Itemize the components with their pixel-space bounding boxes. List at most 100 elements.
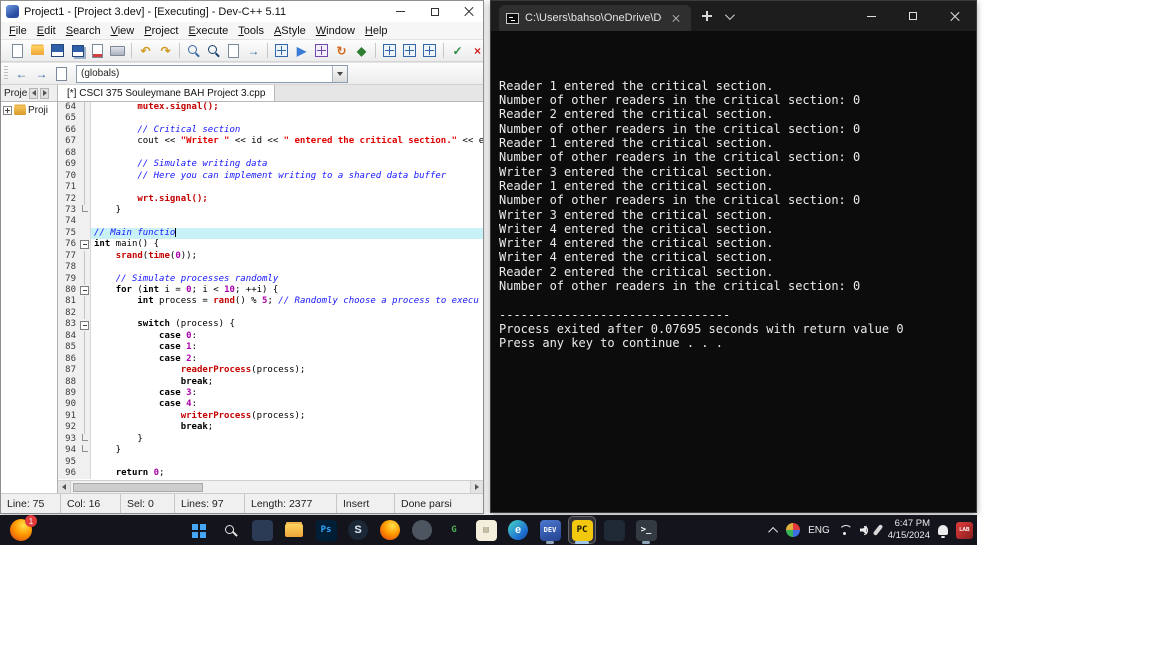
code-line[interactable]: 91 writerProcess(process); [58, 410, 483, 423]
menu-item[interactable]: View [106, 24, 140, 38]
compile-icon[interactable] [272, 42, 291, 60]
find-icon[interactable] [184, 42, 203, 60]
steam-icon[interactable]: S [345, 517, 371, 543]
app-icon-3[interactable] [601, 517, 627, 543]
menu-item[interactable]: Tools [233, 24, 269, 38]
menu-item[interactable]: Window [311, 24, 360, 38]
print-icon[interactable] [108, 42, 127, 60]
line-number[interactable]: 83 [58, 319, 79, 331]
line-number[interactable]: 70 [58, 170, 79, 183]
app-icon-1[interactable] [249, 517, 275, 543]
line-number[interactable]: 94 [58, 445, 79, 457]
corner-app-icon[interactable]: LAB [956, 521, 973, 539]
code-line[interactable]: 85 case 1: [58, 342, 483, 354]
line-number[interactable]: 85 [58, 342, 79, 354]
fold-collapse-icon[interactable] [79, 319, 91, 331]
wifi-icon[interactable] [838, 525, 852, 536]
code-line[interactable]: 71 [58, 182, 483, 194]
menu-item[interactable]: AStyle [269, 24, 311, 38]
save-all-icon[interactable] [68, 42, 87, 60]
code-line[interactable]: 94 } [58, 445, 483, 457]
syntax-check-icon[interactable]: ✓ [448, 42, 467, 60]
abort-compile-icon[interactable]: × [468, 42, 487, 60]
line-number[interactable]: 73 [58, 204, 79, 217]
code-line[interactable]: 74 [58, 216, 483, 228]
terminal-icon[interactable]: >_ [633, 517, 659, 544]
code-line[interactable]: 68 [58, 147, 483, 160]
line-number[interactable]: 91 [58, 410, 79, 423]
code-line[interactable]: 89 case 3: [58, 387, 483, 400]
code-line[interactable]: 92 break; [58, 422, 483, 434]
fold-collapse-icon[interactable] [79, 285, 91, 297]
line-number[interactable]: 77 [58, 250, 79, 263]
menu-item[interactable]: Search [61, 24, 106, 38]
code-line[interactable]: 88 break; [58, 376, 483, 388]
project-tree-node[interactable]: Proji [3, 105, 57, 116]
tab-scroll-left-icon[interactable] [29, 87, 39, 99]
expand-icon[interactable] [3, 106, 12, 115]
code-line[interactable]: 67 cout << "Writer " << id << " entered … [58, 136, 483, 148]
compile-run-icon[interactable] [312, 42, 331, 60]
g-app-icon[interactable]: G [441, 517, 467, 543]
notebook-icon[interactable]: ▤ [473, 517, 499, 543]
scroll-left-icon[interactable] [58, 481, 71, 493]
tray-chevron-up-icon[interactable] [768, 526, 779, 537]
horizontal-scrollbar[interactable] [58, 480, 483, 493]
save-icon[interactable] [48, 42, 67, 60]
code-line[interactable]: 72 wrt.signal(); [58, 193, 483, 205]
line-number[interactable]: 64 [58, 102, 79, 114]
line-number[interactable]: 67 [58, 136, 79, 148]
code-line[interactable]: 77 srand(time(0)); [58, 250, 483, 263]
fold-collapse-icon[interactable] [79, 239, 91, 251]
class-browser-combo[interactable]: (globals) [76, 64, 348, 83]
line-number[interactable]: 80 [58, 285, 79, 297]
run-icon[interactable]: ▶ [292, 42, 311, 60]
goto-bookmark-icon[interactable] [420, 42, 439, 60]
scroll-right-icon[interactable] [470, 481, 483, 493]
line-number[interactable]: 90 [58, 399, 79, 411]
code-editor[interactable]: 64 mutex.signal(); 65 66 // Critical secti… [58, 102, 483, 493]
nav-forward-icon[interactable]: → [32, 65, 51, 83]
code-line[interactable]: 75 // Main functio [58, 227, 483, 240]
code-line[interactable]: 93 } [58, 433, 483, 446]
edge-icon[interactable]: e [505, 517, 531, 543]
tray-app-icon[interactable] [786, 523, 801, 537]
minimize-button[interactable] [850, 1, 892, 31]
code-line[interactable]: 86 case 2: [58, 353, 483, 366]
code-line[interactable]: 73 } [58, 204, 483, 217]
line-number[interactable]: 71 [58, 182, 79, 194]
code-line[interactable]: 80 for (int i = 0; i < 10; ++i) { [58, 285, 483, 297]
pen-icon[interactable] [872, 524, 884, 536]
code-line[interactable]: 82 [58, 307, 483, 320]
redo-icon[interactable]: ↷ [156, 42, 175, 60]
line-number[interactable]: 88 [58, 376, 79, 388]
console-titlebar[interactable]: C:\Users\bahso\OneDrive\Do [491, 1, 976, 31]
code-line[interactable]: 69 // Simulate writing data [58, 159, 483, 171]
toggle-bookmark-icon[interactable] [400, 42, 419, 60]
debug-icon[interactable]: ◆ [352, 42, 371, 60]
line-number[interactable]: 78 [58, 262, 79, 274]
tab-scroll-right-icon[interactable] [40, 87, 50, 99]
code-line[interactable]: 78 [58, 262, 483, 274]
menu-item[interactable]: Project [139, 24, 183, 38]
insert-icon[interactable] [380, 42, 399, 60]
menu-item[interactable]: File [4, 24, 32, 38]
line-number[interactable]: 86 [58, 353, 79, 366]
line-number[interactable]: 89 [58, 387, 79, 400]
line-number[interactable]: 69 [58, 159, 79, 171]
volume-icon[interactable] [859, 525, 868, 535]
toolbar-grip[interactable] [4, 66, 8, 81]
code-line[interactable]: 90 case 4: [58, 399, 483, 411]
menu-item[interactable]: Help [360, 24, 393, 38]
language-indicator[interactable]: ENG [808, 525, 830, 536]
code-line[interactable]: 66 // Critical section [58, 124, 483, 137]
code-line[interactable]: 95 [58, 456, 483, 468]
nav-back-icon[interactable]: ← [12, 65, 31, 83]
minimize-button[interactable] [386, 1, 415, 22]
replace-icon[interactable] [224, 42, 243, 60]
rebuild-icon[interactable]: ↻ [332, 42, 351, 60]
code-line[interactable]: 76 int main() { [58, 239, 483, 251]
line-number[interactable]: 84 [58, 330, 79, 343]
close-button[interactable] [934, 1, 976, 31]
tab-close-button[interactable] [668, 10, 684, 26]
